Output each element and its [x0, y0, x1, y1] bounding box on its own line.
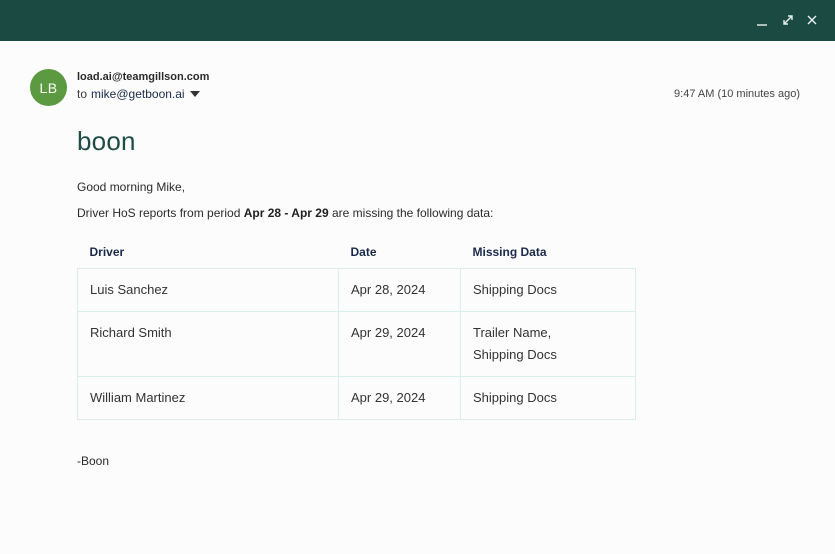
brand-logo: boon [77, 126, 136, 156]
minimize-icon[interactable] [753, 11, 771, 29]
cell-missing: Trailer Name, Shipping Docs [460, 311, 636, 377]
missing-item: Shipping Docs [473, 390, 557, 405]
recipient-line: to mike@getboon.ai [77, 87, 200, 101]
cell-date: Apr 29, 2024 [338, 376, 461, 420]
sender-address: load.ai@teamgillson.com [77, 71, 210, 83]
header-date: Date [350, 245, 377, 259]
sender-avatar: LB [30, 69, 67, 106]
expand-icon[interactable] [779, 11, 797, 29]
greeting-text: Good morning Mike, [77, 180, 186, 194]
header-missing-data: Missing Data [472, 245, 547, 259]
missing-item: Trailer Name, [473, 325, 552, 340]
to-prefix: to [77, 87, 88, 101]
missing-data-table: Driver Date Missing Data Luis Sanchez Ap… [77, 236, 636, 420]
table-header-row: Driver Date Missing Data [78, 236, 636, 269]
cell-driver: William Martinez [77, 376, 339, 420]
table-row: Richard Smith Apr 29, 2024 Trailer Name,… [77, 311, 636, 377]
table-row: William Martinez Apr 29, 2024 Shipping D… [77, 376, 636, 420]
header-driver: Driver [89, 245, 125, 259]
table-row: Luis Sanchez Apr 28, 2024 Shipping Docs [77, 268, 636, 312]
cell-date: Apr 29, 2024 [338, 311, 461, 377]
cell-driver: Richard Smith [77, 311, 339, 377]
signature: -Boon [77, 454, 110, 468]
cell-missing: Shipping Docs [460, 268, 636, 312]
message-timestamp: 9:47 AM (10 minutes ago) [674, 88, 800, 100]
intro-prefix: Driver HoS reports from period [77, 206, 244, 220]
cell-date: Apr 28, 2024 [338, 268, 461, 312]
intro-suffix: are missing the following data: [328, 206, 494, 220]
intro-period: Apr 28 - Apr 29 [243, 206, 329, 220]
cell-missing: Shipping Docs [460, 376, 636, 420]
cell-driver: Luis Sanchez [77, 268, 339, 312]
missing-item: Shipping Docs [473, 282, 557, 297]
chevron-down-icon[interactable] [189, 91, 200, 97]
window-titlebar [0, 0, 835, 41]
missing-item: Shipping Docs [473, 347, 557, 362]
close-icon[interactable] [803, 11, 821, 29]
recipient-address: mike@getboon.ai [91, 87, 185, 101]
intro-text: Driver HoS reports from period Apr 28 - … [77, 206, 493, 220]
